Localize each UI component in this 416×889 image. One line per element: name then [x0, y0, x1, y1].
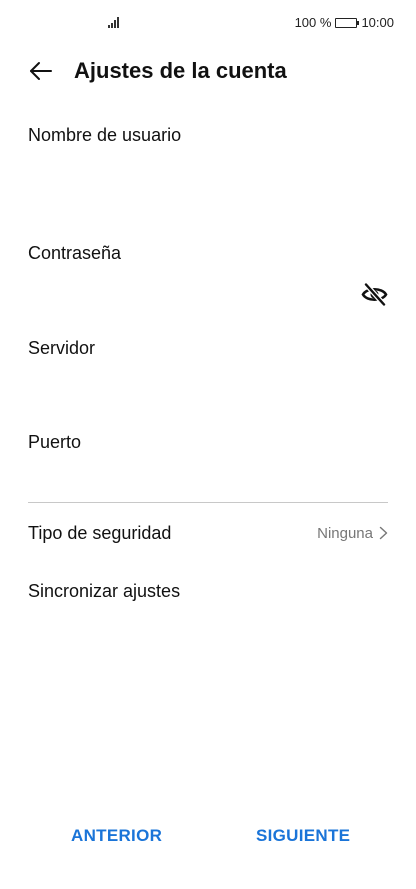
server-field[interactable]	[28, 372, 358, 406]
page-title: Ajustes de la cuenta	[74, 58, 287, 83]
sync-settings-row[interactable]: Sincronizar ajustes	[28, 571, 388, 611]
security-type-value: Ninguna	[317, 524, 373, 542]
next-button[interactable]: SIGUIENTE	[256, 826, 350, 846]
app-header: Ajustes de la cuenta	[0, 54, 416, 90]
previous-button[interactable]: ANTERIOR	[71, 826, 162, 846]
server-label: Servidor	[28, 338, 96, 358]
sync-settings-label: Sincronizar ajustes	[28, 580, 181, 601]
security-type-row[interactable]: Tipo de seguridad Ninguna	[28, 513, 388, 553]
battery-icon	[335, 17, 360, 28]
eye-hidden-icon[interactable]	[361, 281, 388, 308]
security-type-value-group: Ninguna	[317, 525, 388, 542]
signal-icon	[108, 16, 119, 28]
back-arrow-icon[interactable]	[28, 58, 54, 84]
status-right: 100 % 10:00	[295, 15, 394, 30]
divider	[28, 502, 388, 503]
clock: 10:00	[361, 15, 394, 30]
username-label: Nombre de usuario	[28, 125, 182, 145]
security-type-label: Tipo de seguridad	[28, 522, 172, 543]
chevron-right-icon	[379, 526, 388, 540]
status-bar: 100 % 10:00	[0, 0, 416, 44]
password-field[interactable]	[28, 277, 348, 311]
port-label: Puerto	[28, 432, 82, 452]
password-label: Contraseña	[28, 243, 122, 263]
port-field[interactable]	[28, 465, 358, 499]
battery-percent: 100 %	[294, 15, 332, 30]
username-field[interactable]	[28, 158, 358, 192]
